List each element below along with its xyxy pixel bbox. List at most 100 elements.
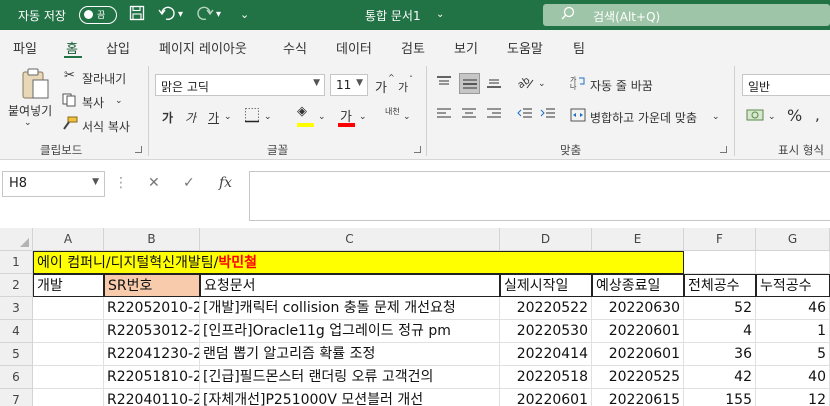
- copy-icon[interactable]: [62, 93, 76, 111]
- search-box[interactable]: 검색(Alt+Q): [543, 4, 830, 26]
- tab-formulas[interactable]: 수식: [283, 38, 307, 57]
- align-right-icon[interactable]: [486, 107, 502, 125]
- cut-icon[interactable]: ✂: [64, 68, 75, 83]
- column-header-e[interactable]: E: [592, 228, 684, 251]
- clipboard-launcher-icon[interactable]: [135, 146, 142, 153]
- row-header-7[interactable]: 7: [0, 389, 33, 406]
- underline-dropdown-icon[interactable]: ⌄: [224, 112, 232, 122]
- tab-file[interactable]: 파일: [13, 38, 37, 57]
- tab-team[interactable]: 팀: [573, 38, 585, 57]
- percent-style-button[interactable]: %: [787, 106, 802, 125]
- wrap-text-button[interactable]: 자동 줄 바꿈: [590, 77, 653, 94]
- customize-toolbar-icon[interactable]: ⌄: [240, 8, 249, 21]
- formula-input[interactable]: [249, 171, 830, 221]
- font-launcher-icon[interactable]: [414, 146, 421, 153]
- header-cell-sr-number[interactable]: SR번호: [104, 274, 200, 297]
- decrease-indent-icon[interactable]: [517, 107, 533, 125]
- row-header-1[interactable]: 1: [0, 251, 33, 274]
- table-cell[interactable]: 40: [756, 366, 830, 389]
- paste-icon[interactable]: [20, 68, 50, 104]
- accounting-format-icon[interactable]: [746, 107, 764, 127]
- shrink-font-button[interactable]: 가: [398, 79, 408, 95]
- column-header-c[interactable]: C: [200, 228, 500, 251]
- column-header-f[interactable]: F: [684, 228, 756, 251]
- table-cell[interactable]: [33, 297, 104, 320]
- header-cell-request-doc[interactable]: 요청문서: [200, 274, 500, 297]
- column-header-d[interactable]: D: [500, 228, 592, 251]
- font-name-combo[interactable]: 맑은 고딕 ▼: [155, 74, 325, 96]
- redo-icon[interactable]: [196, 5, 214, 25]
- header-cell-actual-start[interactable]: 실제시작일: [500, 274, 592, 297]
- table-cell[interactable]: 155: [684, 389, 756, 406]
- align-top-icon[interactable]: [436, 74, 452, 94]
- tab-data[interactable]: 데이터: [336, 38, 372, 57]
- insert-function-icon[interactable]: fx: [219, 175, 232, 191]
- tab-view[interactable]: 보기: [454, 38, 478, 57]
- table-cell[interactable]: R22041230-2: [104, 343, 200, 366]
- orientation-icon[interactable]: ab: [516, 74, 535, 94]
- column-header-g[interactable]: G: [756, 228, 830, 251]
- table-cell[interactable]: R22053012-2: [104, 320, 200, 343]
- column-header-a[interactable]: A: [33, 228, 104, 251]
- grow-font-button[interactable]: 가: [375, 77, 387, 96]
- enter-icon[interactable]: ✓: [183, 175, 195, 191]
- table-cell[interactable]: [자체개선]P251000V 모션블러 개선: [200, 389, 500, 406]
- comma-style-icon[interactable]: ,: [815, 106, 820, 124]
- table-cell[interactable]: [33, 366, 104, 389]
- underline-button[interactable]: 가: [208, 109, 219, 126]
- merge-center-button[interactable]: 병합하고 가운데 맞춤: [590, 109, 697, 126]
- row-header-6[interactable]: 6: [0, 366, 33, 389]
- font-size-combo[interactable]: 11 ▼: [330, 74, 368, 96]
- table-cell[interactable]: [긴급]필드몬스터 랜더링 오류 고객건의: [200, 366, 500, 389]
- table-cell[interactable]: R22052010-2: [104, 297, 200, 320]
- copy-dropdown-icon[interactable]: ⌄: [115, 96, 123, 106]
- fill-color-icon[interactable]: ◈: [297, 104, 307, 119]
- table-cell[interactable]: 46: [756, 297, 830, 320]
- header-cell-cumulative-effort[interactable]: 누적공수: [756, 274, 830, 297]
- align-left-icon[interactable]: [436, 107, 452, 125]
- table-cell[interactable]: [33, 343, 104, 366]
- name-box[interactable]: H8 ▼: [2, 171, 105, 197]
- table-cell[interactable]: 20220518: [500, 366, 592, 389]
- table-cell[interactable]: R22051810-2: [104, 366, 200, 389]
- row-header-2[interactable]: 2: [0, 274, 33, 297]
- align-center-icon[interactable]: [461, 107, 477, 125]
- row-header-3[interactable]: 3: [0, 297, 33, 320]
- cell-f1[interactable]: [684, 251, 756, 274]
- tab-help[interactable]: 도움말: [507, 38, 543, 57]
- borders-dropdown-icon[interactable]: ⌄: [264, 112, 272, 122]
- accounting-dropdown-icon[interactable]: ⌄: [768, 112, 776, 122]
- table-cell[interactable]: 20220615: [592, 389, 684, 406]
- table-cell[interactable]: [개발]캐릭터 collision 충돌 문제 개선요청: [200, 297, 500, 320]
- undo-icon[interactable]: [158, 5, 176, 25]
- tab-review[interactable]: 검토: [401, 38, 425, 57]
- tab-insert[interactable]: 삽입: [106, 38, 130, 57]
- formula-bar-grip-icon[interactable]: ⋮: [114, 175, 129, 191]
- table-cell[interactable]: 12: [756, 389, 830, 406]
- paste-button[interactable]: 붙여넣기: [8, 102, 52, 119]
- format-painter-icon[interactable]: [62, 116, 78, 134]
- increase-indent-icon[interactable]: [540, 107, 556, 125]
- row-header-5[interactable]: 5: [0, 343, 33, 366]
- paste-dropdown-icon[interactable]: ⌄: [24, 118, 32, 128]
- align-middle-icon[interactable]: [459, 73, 480, 94]
- table-cell[interactable]: 5: [756, 343, 830, 366]
- orientation-dropdown-icon[interactable]: ⌄: [538, 79, 546, 89]
- table-cell[interactable]: 랜덤 뽑기 알고리즘 확률 조정: [200, 343, 500, 366]
- select-all-button[interactable]: [0, 228, 33, 251]
- autosave-toggle[interactable]: 끔: [79, 6, 117, 24]
- undo-dropdown-icon[interactable]: ▾: [178, 9, 183, 20]
- phonetic-button[interactable]: 내천: [385, 106, 400, 117]
- table-cell[interactable]: 52: [684, 297, 756, 320]
- phonetic-dropdown-icon[interactable]: ⌄: [403, 112, 411, 122]
- table-cell[interactable]: R22040110-2: [104, 389, 200, 406]
- title-cell-a1[interactable]: 에이 컴퍼니/디지털혁신개발팀/박민철: [33, 251, 684, 274]
- alignment-launcher-icon[interactable]: [720, 146, 727, 153]
- tab-page-layout[interactable]: 페이지 레이아웃: [159, 38, 247, 57]
- table-cell[interactable]: 20220522: [500, 297, 592, 320]
- table-cell[interactable]: 20220530: [500, 320, 592, 343]
- merge-center-icon[interactable]: [570, 107, 586, 127]
- row-header-4[interactable]: 4: [0, 320, 33, 343]
- merge-dropdown-icon[interactable]: ⌄: [712, 112, 720, 122]
- header-cell-dev[interactable]: 개발: [33, 274, 104, 297]
